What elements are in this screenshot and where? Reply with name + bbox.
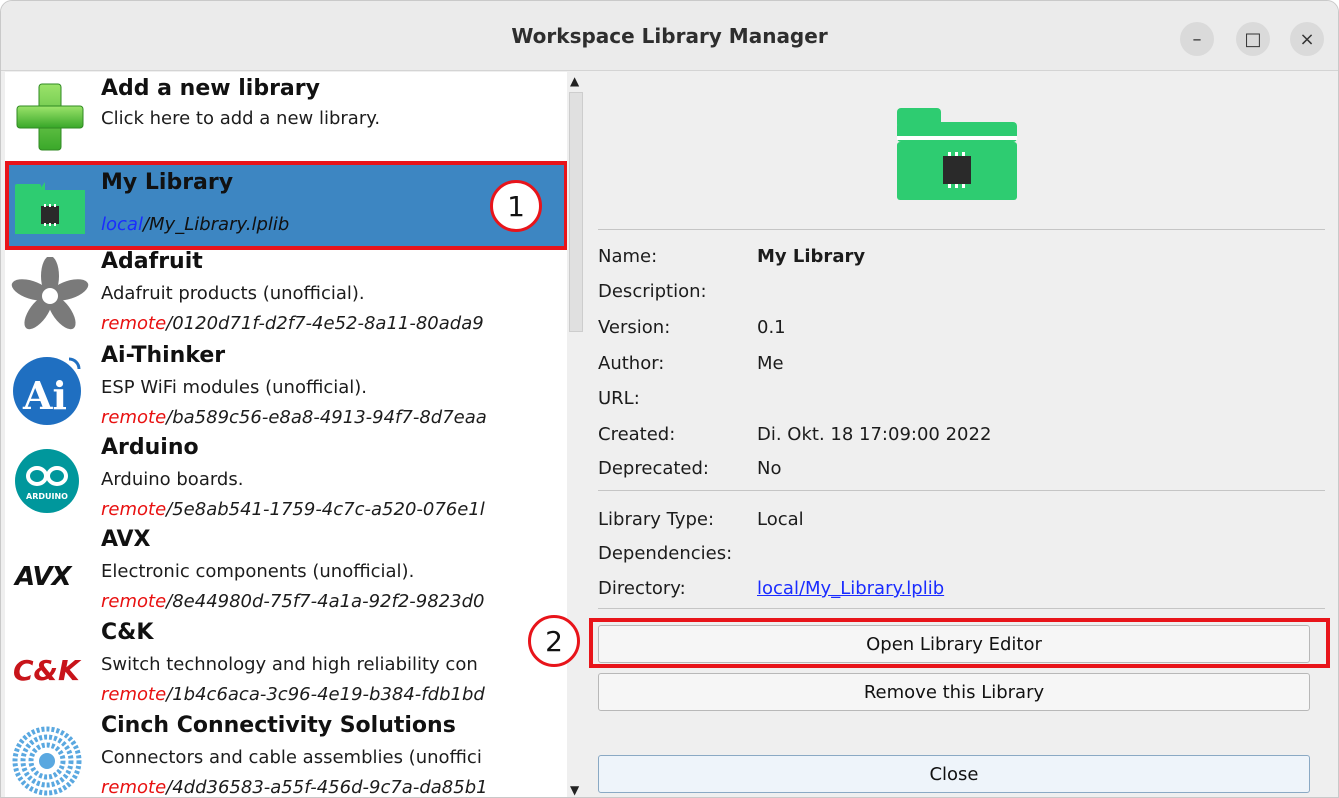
path-rest: /0120d71f-d2f7-4e52-8a11-80ada9: [166, 313, 484, 334]
library-type-value: Local: [757, 509, 804, 530]
description-label: Description:: [598, 281, 707, 302]
ai-thinker-logo-icon: Ai: [13, 357, 81, 425]
folder-chip-icon: [15, 182, 85, 234]
library-name: Adafruit: [101, 249, 203, 274]
scroll-down-icon[interactable]: ▼: [570, 783, 579, 797]
author-value: Me: [757, 353, 784, 374]
list-item-ck[interactable]: C&K C&K Switch technology and high relia…: [5, 620, 567, 713]
version-label: Version:: [598, 317, 671, 338]
list-scrollbar[interactable]: ▲ ▼: [567, 72, 585, 797]
dependencies-label: Dependencies:: [598, 543, 733, 564]
separator: [598, 608, 1325, 609]
list-item-add-library[interactable]: Add a new library Click here to add a ne…: [5, 72, 567, 160]
scroll-up-icon[interactable]: ▲: [570, 74, 579, 88]
avx-logo-icon: AVX: [13, 562, 74, 592]
path-prefix: remote: [101, 499, 167, 520]
library-details-panel: Name: My Library Description: Version: 0…: [585, 72, 1338, 797]
open-library-editor-button[interactable]: Open Library Editor: [598, 625, 1310, 663]
directory-label: Directory:: [598, 578, 686, 599]
list-item-avx[interactable]: AVX AVX Electronic components (unofficia…: [5, 527, 567, 620]
library-name: Add a new library: [101, 76, 320, 101]
path-prefix: local: [101, 214, 143, 235]
path-rest: /8e44980d-75f7-4a1a-92f2-9823d0: [166, 591, 485, 612]
library-description: Click here to add a new library.: [101, 108, 381, 129]
list-item-cinch[interactable]: Cinch Connectivity Solutions Connectors …: [5, 713, 567, 798]
path-prefix: remote: [101, 591, 167, 612]
path-rest: /5e8ab541-1759-4c7c-a520-076e1l: [166, 499, 485, 520]
arduino-logo-text: ARDUINO: [26, 492, 68, 501]
library-path: remote/0120d71f-d2f7-4e52-8a11-80ada9: [101, 313, 484, 334]
avx-logo-text: AVX: [13, 562, 73, 592]
maximize-button[interactable]: □: [1236, 22, 1270, 56]
library-manager-window: Workspace Library Manager – □ × Add a ne…: [0, 0, 1339, 798]
name-label: Name:: [598, 246, 658, 267]
name-value: My Library: [757, 246, 866, 267]
annotation-badge-2: 2: [528, 615, 580, 667]
version-value: 0.1: [757, 317, 786, 338]
path-rest: /My_Library.lplib: [142, 214, 290, 235]
ai-logo-text: Ai: [22, 373, 67, 418]
adafruit-logo-icon: [11, 257, 89, 330]
library-description: Connectors and cable assemblies (unoffic…: [101, 747, 482, 768]
library-path: remote/5e8ab541-1759-4c7c-a520-076e1l: [101, 499, 485, 520]
scrollbar-thumb[interactable]: [569, 92, 583, 332]
title-bar[interactable]: Workspace Library Manager – □ ×: [1, 1, 1338, 71]
remove-library-button[interactable]: Remove this Library: [598, 673, 1310, 711]
library-name: C&K: [101, 620, 154, 645]
list-item-adafruit[interactable]: Adafruit Adafruit products (unofficial).…: [5, 249, 567, 342]
cinch-logo-icon: [12, 726, 82, 796]
deprecated-value: No: [757, 458, 782, 479]
minimize-button[interactable]: –: [1180, 22, 1214, 56]
add-icon: [16, 83, 84, 151]
path-prefix: remote: [101, 777, 167, 798]
library-description: Arduino boards.: [101, 469, 244, 490]
separator: [598, 490, 1325, 491]
library-name: Arduino: [101, 435, 199, 460]
library-description: Switch technology and high reliability c…: [101, 654, 478, 675]
url-label: URL:: [598, 388, 640, 409]
ck-logo-text: C&K: [13, 654, 82, 687]
library-type-label: Library Type:: [598, 509, 715, 530]
library-description: ESP WiFi modules (unofficial).: [101, 377, 368, 398]
path-prefix: remote: [101, 407, 167, 428]
library-folder-icon: [897, 108, 1017, 200]
path-rest: /1b4c6aca-3c96-4e19-b384-fdb1bd: [166, 684, 485, 705]
close-button[interactable]: Close: [598, 755, 1310, 793]
created-value: Di. Okt. 18 17:09:00 2022: [757, 424, 992, 445]
path-prefix: remote: [101, 684, 167, 705]
library-name: Cinch Connectivity Solutions: [101, 713, 456, 738]
path-rest: /4dd36583-a55f-456d-9c7a-da85b1: [166, 777, 488, 798]
library-path: remote/4dd36583-a55f-456d-9c7a-da85b1: [101, 777, 488, 798]
library-name: My Library: [101, 170, 234, 195]
library-path: remote/8e44980d-75f7-4a1a-92f2-9823d0: [101, 591, 484, 612]
library-name: AVX: [101, 527, 151, 552]
window-title: Workspace Library Manager: [511, 24, 828, 48]
deprecated-label: Deprecated:: [598, 458, 709, 479]
library-name: Ai-Thinker: [101, 343, 226, 368]
created-label: Created:: [598, 424, 676, 445]
close-window-button[interactable]: ×: [1290, 22, 1324, 56]
list-item-arduino[interactable]: ARDUINO Arduino Arduino boards. remote/5…: [5, 435, 567, 528]
annotation-badge-1: 1: [490, 180, 542, 232]
library-path: remote/ba589c56-e8a8-4913-94f7-8d7eaa: [101, 407, 487, 428]
separator: [598, 229, 1325, 230]
directory-link[interactable]: local/My_Library.lplib: [757, 578, 944, 599]
library-path: local/My_Library.lplib: [101, 214, 289, 235]
library-description: Adafruit products (unofficial).: [101, 283, 365, 304]
arduino-logo-icon: ARDUINO: [15, 449, 79, 513]
path-prefix: remote: [101, 313, 167, 334]
list-item-ai-thinker[interactable]: Ai Ai-Thinker ESP WiFi modules (unoffici…: [5, 343, 567, 436]
ck-logo-icon: C&K: [13, 654, 82, 687]
author-label: Author:: [598, 353, 665, 374]
library-description: Electronic components (unofficial).: [101, 561, 415, 582]
library-list[interactable]: Add a new library Click here to add a ne…: [5, 72, 567, 798]
library-path: remote/1b4c6aca-3c96-4e19-b384-fdb1bd: [101, 684, 485, 705]
list-item-my-library[interactable]: My Library local/My_Library.lplib: [5, 164, 567, 247]
path-rest: /ba589c56-e8a8-4913-94f7-8d7eaa: [166, 407, 487, 428]
